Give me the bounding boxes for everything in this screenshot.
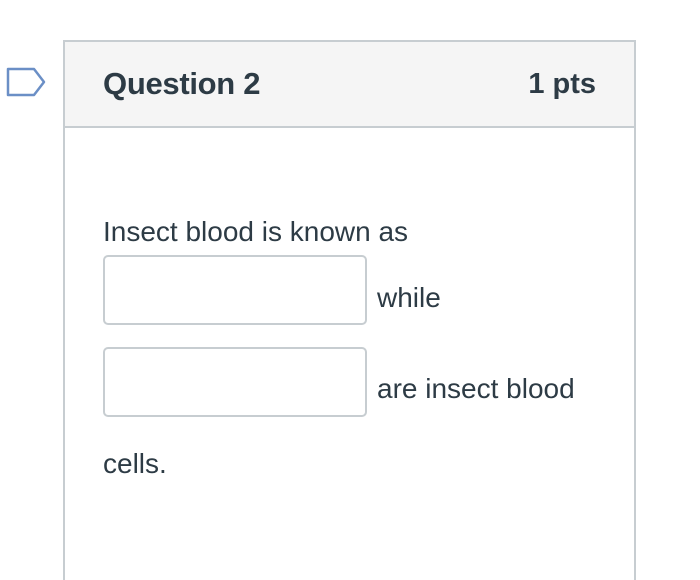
question-text-part1: Insect blood is known as [103,216,409,247]
answer-blank-1[interactable] [103,255,367,325]
question-header: Question 2 1 pts [65,42,634,128]
question-text-part4: cells. [103,448,167,479]
question-title: Question 2 [103,66,261,101]
question-card: Question 2 1 pts Insect blood is known a… [63,40,636,580]
question-text-part2: while [377,282,441,313]
answer-blank-2[interactable] [103,347,367,417]
quiz-page: Question 2 1 pts Insect blood is known a… [0,0,700,580]
flag-question-icon[interactable] [6,66,46,98]
question-text-part3: are insect blood [377,373,575,404]
question-points: 1 pts [528,67,596,100]
